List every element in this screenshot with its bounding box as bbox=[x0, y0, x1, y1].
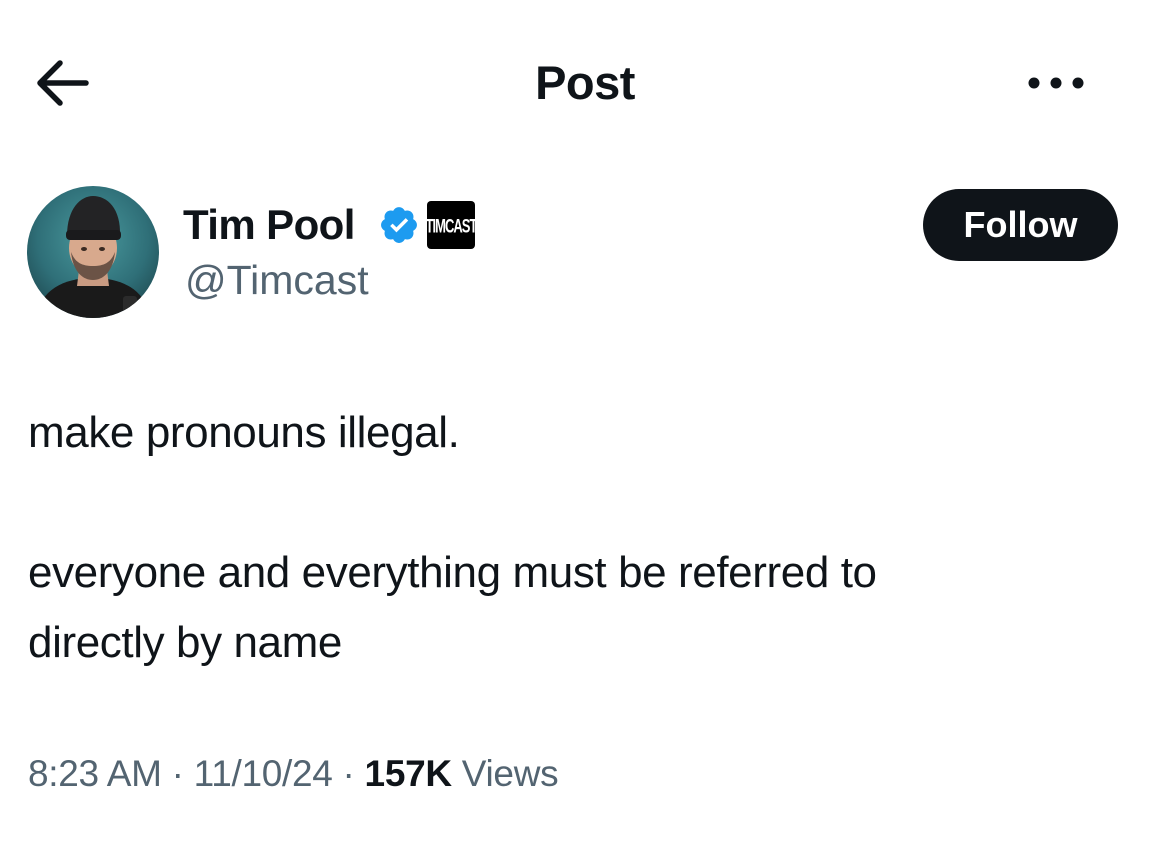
author-handle[interactable]: @Timcast bbox=[185, 255, 369, 305]
tweet-line: directly by name bbox=[28, 618, 342, 667]
tweet-paragraph-gap bbox=[28, 468, 1138, 538]
tweet-metadata: 8:23 AM · 11/10/24 · 157K Views bbox=[28, 748, 559, 800]
page-title: Post bbox=[535, 56, 635, 109]
separator: · bbox=[171, 753, 184, 794]
author-name[interactable]: Tim Pool bbox=[183, 199, 355, 251]
arrow-left-icon bbox=[37, 60, 89, 106]
top-bar: Post bbox=[0, 0, 1170, 170]
separator: · bbox=[342, 753, 355, 794]
follow-button[interactable]: Follow bbox=[923, 189, 1118, 261]
verified-badge-icon bbox=[381, 207, 417, 243]
profile-photo bbox=[27, 186, 159, 318]
avatar[interactable] bbox=[27, 186, 159, 318]
views-count: 157K bbox=[364, 753, 453, 794]
views-label: Views bbox=[461, 753, 559, 794]
back-button[interactable] bbox=[30, 55, 92, 111]
more-options-button[interactable] bbox=[1024, 68, 1088, 98]
more-horizontal-icon bbox=[1028, 77, 1084, 89]
tweet-line: everyone and everything must be referred… bbox=[28, 548, 877, 597]
post-time[interactable]: 8:23 AM bbox=[28, 753, 162, 794]
tweet-line: make pronouns illegal. bbox=[28, 408, 460, 457]
affiliate-label: TIMCAST bbox=[425, 213, 478, 237]
tweet-text: make pronouns illegal. everyone and ever… bbox=[28, 398, 1138, 678]
affiliate-badge[interactable]: TIMCAST bbox=[425, 201, 478, 249]
post-date[interactable]: 11/10/24 bbox=[194, 753, 333, 794]
